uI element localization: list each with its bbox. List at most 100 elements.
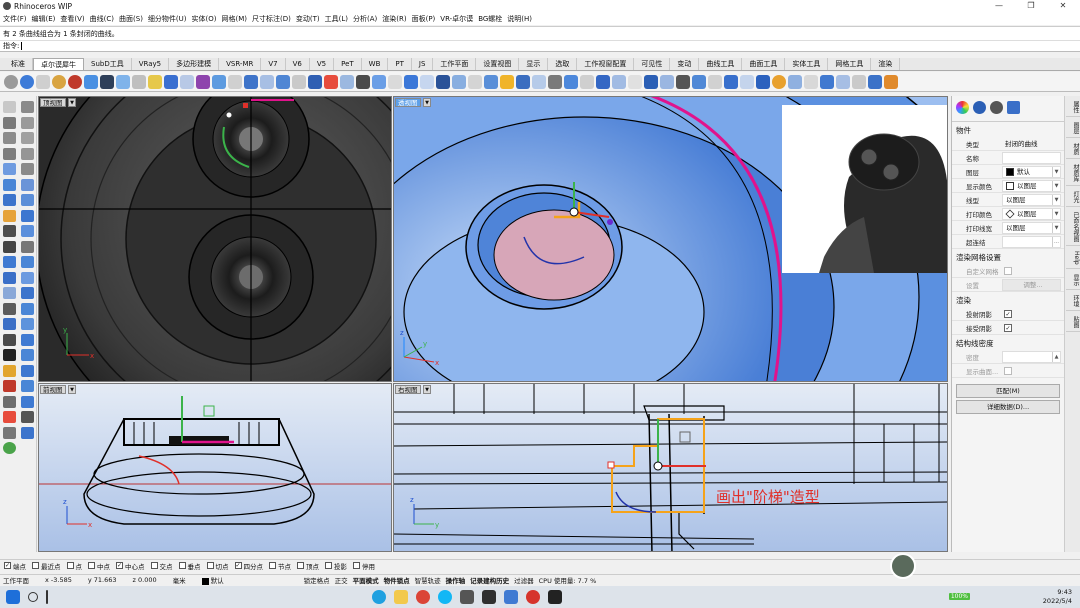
tab-v5[interactable]: V5 <box>310 58 335 70</box>
cylinder-icon[interactable] <box>116 74 130 89</box>
side-tab-textures[interactable]: 贴图 <box>1066 313 1080 332</box>
menu-analyze[interactable]: 分析(A) <box>353 14 377 24</box>
scale-tool-icon[interactable] <box>21 318 34 330</box>
custom-mesh-checkbox[interactable] <box>1004 266 1012 275</box>
pane-filter[interactable]: 过滤器 <box>514 575 534 585</box>
viewport-perspective[interactable]: z x y 透视图 ▼ <box>393 96 948 382</box>
offset-tool-icon[interactable] <box>21 240 34 253</box>
osnap-project[interactable]: 投影 <box>325 561 347 571</box>
point-icon[interactable] <box>21 101 34 113</box>
menu-mesh[interactable]: 网格(M) <box>222 14 248 24</box>
menu-transform[interactable]: 变动(T) <box>296 14 320 24</box>
tab-cplane[interactable]: 工作平面 <box>433 58 477 70</box>
tab-set-view[interactable]: 设置视图 <box>476 58 520 70</box>
menu-tools[interactable]: 工具(L) <box>325 14 348 24</box>
lasso-icon[interactable] <box>3 426 16 439</box>
tab-solid-tools[interactable]: 实体工具 <box>785 58 829 70</box>
polyline-icon[interactable] <box>3 116 16 129</box>
viewport-right-label[interactable]: 右视图 <box>395 385 421 394</box>
menu-curve[interactable]: 曲线(C) <box>90 14 114 24</box>
object-properties-icon[interactable] <box>956 101 969 114</box>
menu-render[interactable]: 渲染(R) <box>382 14 406 24</box>
polygon-icon[interactable] <box>21 147 34 160</box>
fill-icon[interactable] <box>868 74 882 89</box>
tab-v6[interactable]: V6 <box>286 58 310 70</box>
hatch-tool-icon[interactable] <box>3 380 16 392</box>
tab-mesh-tools[interactable]: 网格工具 <box>828 58 872 70</box>
close-button[interactable]: ✕ <box>1048 0 1078 12</box>
pane-gumball[interactable]: 操作轴 <box>446 575 466 585</box>
shell-tool-icon[interactable] <box>21 225 34 237</box>
select-arrow-icon[interactable] <box>3 101 16 113</box>
menu-bg-bolt[interactable]: BG螺栓 <box>478 14 502 24</box>
osnap-quad[interactable]: ✓ 四分点 <box>234 561 263 571</box>
box-tool-icon[interactable] <box>21 194 34 206</box>
osnap-vertex[interactable]: 顶点 <box>297 561 319 571</box>
rhino-taskbar-icon[interactable] <box>548 590 562 604</box>
freeform-icon[interactable] <box>21 163 34 175</box>
menu-file[interactable]: 文件(F) <box>3 14 27 24</box>
cage-icon[interactable] <box>804 74 818 89</box>
side-tab-layers[interactable]: 图层 <box>1066 119 1080 138</box>
revolve-icon[interactable] <box>276 74 290 89</box>
render-tool-icon[interactable] <box>21 364 34 377</box>
analyze-tool-icon[interactable] <box>3 349 16 361</box>
side-tab-materials[interactable]: 材质 <box>1066 140 1080 159</box>
menu-view[interactable]: 查看(V) <box>60 14 84 24</box>
network-icon[interactable] <box>292 74 306 89</box>
box-icon[interactable] <box>132 74 146 89</box>
ellipse-icon[interactable] <box>3 163 16 175</box>
prop-display-color-select[interactable]: 以图层 ▼ <box>1002 179 1061 192</box>
scale-icon[interactable] <box>532 74 546 89</box>
hatch-icon[interactable] <box>676 74 690 89</box>
task-view-icon[interactable] <box>46 590 48 604</box>
split-icon[interactable] <box>324 74 338 89</box>
menu-panels[interactable]: 面板(P) <box>412 14 436 24</box>
maximize-button[interactable]: ❐ <box>1016 0 1046 12</box>
render-red-icon[interactable] <box>68 74 82 89</box>
pane-ortho[interactable]: 正交 <box>335 575 348 585</box>
app-icon-3[interactable] <box>504 590 518 604</box>
texture-mapping-icon[interactable] <box>1007 101 1020 114</box>
material-icon[interactable] <box>973 101 986 114</box>
cube-icon[interactable] <box>36 74 50 89</box>
fillet-edge-icon[interactable] <box>3 225 16 237</box>
curvature-icon[interactable] <box>724 74 738 89</box>
curve-from-object-icon[interactable] <box>3 240 16 253</box>
history-tool-icon[interactable] <box>21 395 34 408</box>
text-icon[interactable] <box>660 74 674 89</box>
analyze-icon[interactable] <box>692 74 706 89</box>
sphere-green-icon[interactable] <box>3 442 16 454</box>
prop-print-width-select[interactable]: 以图层 ▼ <box>1002 221 1061 234</box>
fillet-icon[interactable] <box>244 74 258 89</box>
menu-vr[interactable]: VR-卓尔谟 <box>440 14 473 24</box>
prop-hyperlink-input[interactable]: … <box>1002 235 1061 248</box>
rotate-tool-icon[interactable] <box>3 318 16 330</box>
viewport-front[interactable]: z x 前视图 ▼ <box>38 383 392 552</box>
side-tab-environment[interactable]: 环境 <box>1066 292 1080 311</box>
solid-tool-icon[interactable] <box>21 209 34 222</box>
viewport-perspective-label[interactable]: 透视图 <box>395 98 421 107</box>
tab-v7[interactable]: V7 <box>261 58 286 70</box>
tab-standard[interactable]: 标准 <box>4 58 33 70</box>
tab-polygon[interactable]: 多边形建模 <box>169 58 220 70</box>
tab-js[interactable]: JS <box>412 58 434 70</box>
move-icon[interactable] <box>564 74 578 89</box>
weld-icon[interactable] <box>852 74 866 89</box>
tab-visibility[interactable]: 可见性 <box>634 58 671 70</box>
tab-wb[interactable]: WB <box>362 58 389 70</box>
gmail-like-icon[interactable] <box>3 411 16 423</box>
orient-icon[interactable] <box>596 74 610 89</box>
boolean-union-icon[interactable] <box>420 74 434 89</box>
viewport-top-label[interactable]: 顶视图 <box>40 98 66 107</box>
pane-grid-snap[interactable]: 锁定格点 <box>304 575 330 585</box>
side-tab-material-library[interactable]: 材质库 <box>1066 161 1080 186</box>
trim-icon[interactable] <box>340 74 354 89</box>
system-clock[interactable]: 9:43 2022/5/4 <box>1043 588 1072 606</box>
tab-pet[interactable]: PeT <box>334 58 362 70</box>
osnap-tangent[interactable]: 切点 <box>206 561 229 571</box>
rotate-icon[interactable] <box>548 74 562 89</box>
tab-vsr-mr[interactable]: VSR-MR <box>219 58 262 70</box>
app-icon-2[interactable] <box>482 590 496 604</box>
explode-icon[interactable] <box>372 74 386 89</box>
